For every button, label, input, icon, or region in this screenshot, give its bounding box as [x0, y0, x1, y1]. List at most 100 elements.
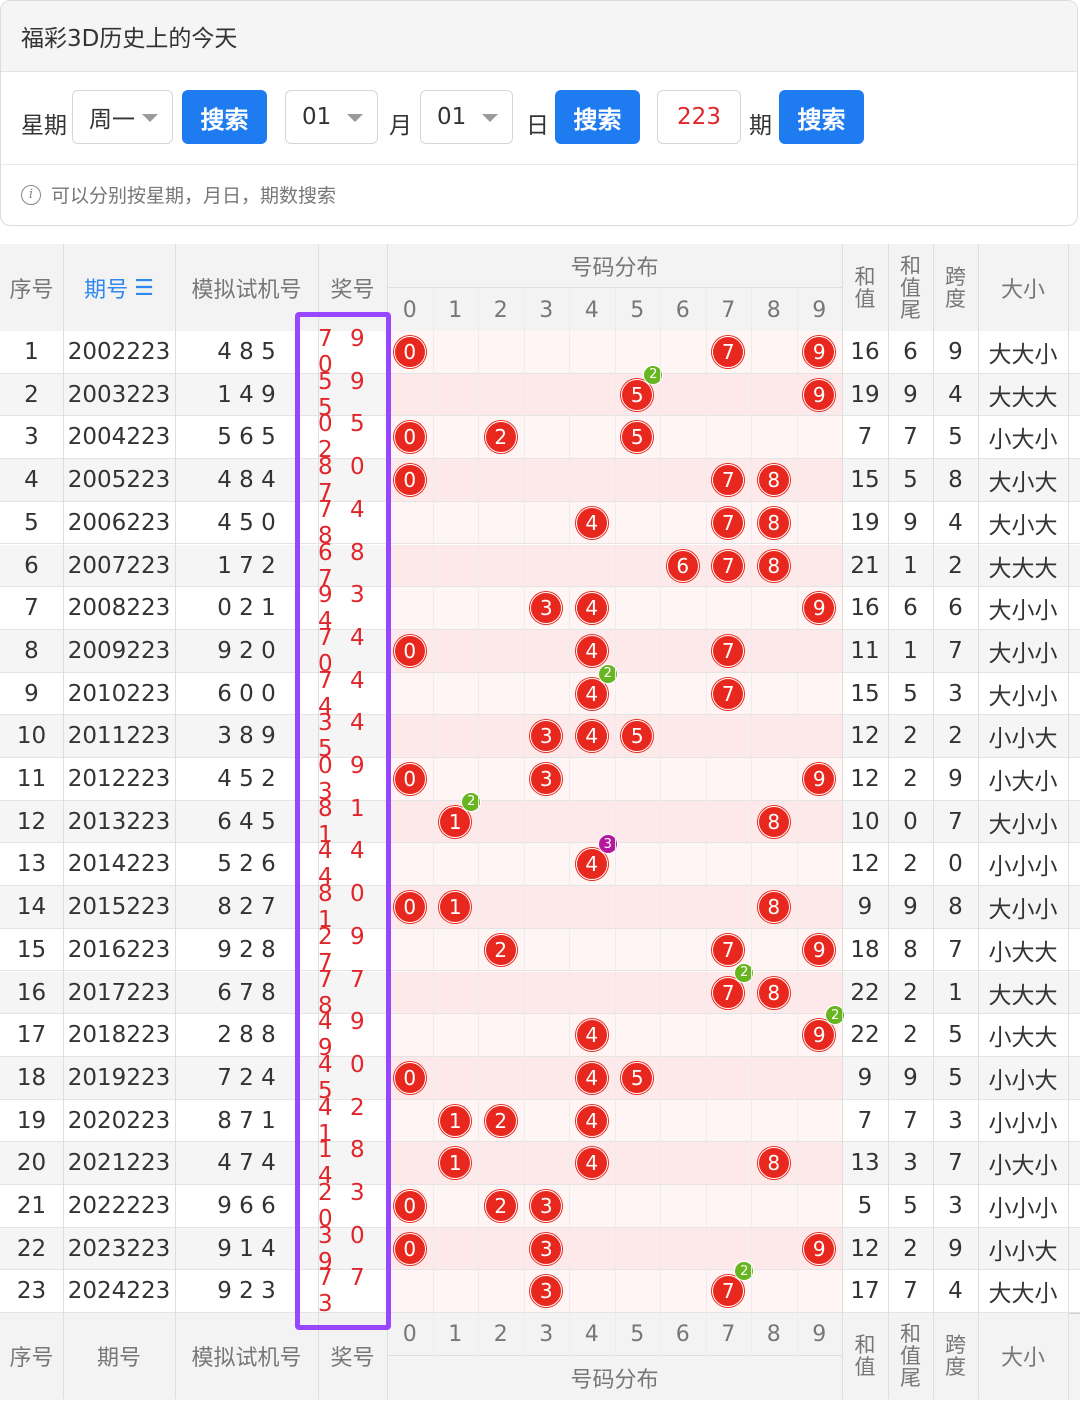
- header-sum-tail-char: 和: [900, 254, 921, 278]
- row-size: 大小小: [988, 683, 1058, 710]
- number-ball: 5: [621, 1061, 654, 1094]
- footer-digit: 6: [660, 1313, 706, 1356]
- issue-input[interactable]: 223: [657, 90, 741, 144]
- row-award: 7 4 8: [318, 496, 370, 549]
- row-issue: 2014223: [67, 851, 171, 878]
- row-issue: 2012223: [67, 766, 171, 792]
- number-ball: 0: [393, 634, 426, 667]
- row-issue: 2010223: [67, 680, 171, 707]
- number-ball: 4: [575, 634, 608, 667]
- row-seq: 4: [24, 467, 39, 494]
- number-ball: 8: [757, 506, 790, 539]
- number-ball: 4: [575, 1019, 608, 1052]
- hint-row: i 可以分别按星期，月日，期数搜索: [1, 164, 1077, 224]
- column-divider: [842, 244, 843, 1399]
- row-sum: 22: [850, 1022, 880, 1049]
- row-span: 9: [948, 1235, 963, 1262]
- row-span: 9: [948, 766, 963, 792]
- digit-divider: [614, 1313, 616, 1356]
- header-sum: 和值: [842, 244, 888, 332]
- column-divider: [387, 244, 388, 1399]
- header-span-char: 度: [945, 287, 966, 311]
- row-span: 4: [948, 1278, 963, 1305]
- row-machine: 4 5 0: [217, 509, 276, 536]
- footer-size: 大小: [978, 1313, 1068, 1399]
- header-digit: 0: [387, 288, 433, 332]
- row-size: 小小小: [988, 1110, 1058, 1137]
- digit-divider: [523, 288, 525, 1314]
- number-ball: 0: [393, 421, 426, 454]
- digit-divider: [614, 288, 616, 1314]
- row-span: 4: [948, 509, 963, 536]
- number-ball: 7: [712, 336, 745, 368]
- row-seq: 10: [16, 723, 47, 750]
- row-seq: 3: [24, 424, 39, 451]
- row-seq: 13: [16, 851, 47, 878]
- row-sum-tail: 7: [903, 1107, 918, 1134]
- row-issue: 2004223: [67, 424, 171, 451]
- search-issue-button[interactable]: 搜索: [779, 90, 864, 144]
- row-sum-tail: 2: [903, 851, 918, 878]
- number-ball: 0: [393, 1190, 426, 1222]
- row-span: 2: [948, 552, 963, 579]
- row-sum: 13: [850, 1150, 880, 1177]
- row-seq: 15: [16, 936, 47, 963]
- header-issue-text: 期号: [84, 278, 129, 303]
- row-issue: 2002223: [67, 339, 171, 365]
- number-ball: 9: [803, 378, 836, 411]
- row-size: 大大小: [988, 1281, 1058, 1308]
- row-award: 3 4 5: [318, 710, 370, 763]
- month-label: 月: [389, 113, 412, 139]
- row-span: 7: [948, 808, 963, 835]
- header-sum-tail-char: 值: [900, 276, 921, 300]
- row-machine: 7 2 4: [217, 1064, 276, 1091]
- row-span: 8: [948, 467, 963, 494]
- row-seq: 22: [16, 1235, 47, 1262]
- row-award: 0 5 2: [318, 411, 370, 464]
- row-sum-tail: 7: [903, 1278, 918, 1305]
- row-award: 7 7 3: [318, 1265, 370, 1318]
- row-size: 大小小: [988, 811, 1058, 838]
- row-size: 大大大: [988, 384, 1058, 411]
- number-ball: 8: [757, 549, 790, 582]
- row-sum-tail: 9: [903, 1064, 918, 1091]
- row-size: 大大小: [988, 342, 1058, 368]
- row-sum-tail: 3: [903, 1150, 918, 1177]
- search-date-button[interactable]: 搜索: [555, 90, 640, 144]
- footer-digit: 0: [387, 1313, 433, 1356]
- header-span-char: 跨: [945, 265, 966, 289]
- row-size: 大小小: [988, 640, 1058, 667]
- number-ball: 4: [575, 720, 608, 753]
- row-machine: 2 8 8: [217, 1022, 276, 1049]
- row-sum: 16: [850, 339, 880, 365]
- row-size: 大大大: [988, 982, 1058, 1009]
- row-machine: 4 7 4: [217, 1150, 276, 1177]
- row-award: 7 4 4: [318, 667, 370, 720]
- header-digit: 8: [751, 288, 797, 332]
- row-sum: 19: [850, 509, 880, 536]
- row-sum-tail: 9: [903, 894, 918, 921]
- search-weekday-button[interactable]: 搜索: [182, 90, 267, 144]
- footer-sum-tail-char: 值: [900, 1344, 921, 1368]
- row-size: 大大大: [988, 555, 1058, 582]
- row-machine: 4 5 2: [217, 766, 276, 792]
- month-select[interactable]: 01: [285, 90, 378, 144]
- header-issue[interactable]: 期号 ☰: [63, 244, 175, 332]
- row-issue: 2009223: [67, 637, 171, 664]
- footer-span-char: 度: [945, 1355, 966, 1379]
- row-sum: 9: [857, 894, 873, 921]
- row-sum: 12: [850, 723, 880, 750]
- row-award: 2 3 0: [318, 1180, 370, 1232]
- sort-icon[interactable]: ☰: [134, 276, 154, 301]
- row-machine: 8 2 7: [217, 894, 276, 921]
- row-issue: 2022223: [67, 1193, 171, 1219]
- footer-sum: 和值: [842, 1313, 888, 1399]
- row-machine: 0 2 1: [217, 595, 276, 622]
- row-issue: 2017223: [67, 979, 171, 1006]
- day-select[interactable]: 01: [420, 90, 513, 144]
- row-size: 小小大: [988, 1067, 1058, 1094]
- weekday-select[interactable]: 周一: [72, 90, 173, 144]
- search-card: 福彩3D历史上的今天 星期 周一 搜索 01 月 01 日 搜索 223 期 搜…: [0, 0, 1078, 226]
- row-award: 6 8 7: [318, 539, 370, 592]
- row-issue: 2008223: [67, 595, 171, 622]
